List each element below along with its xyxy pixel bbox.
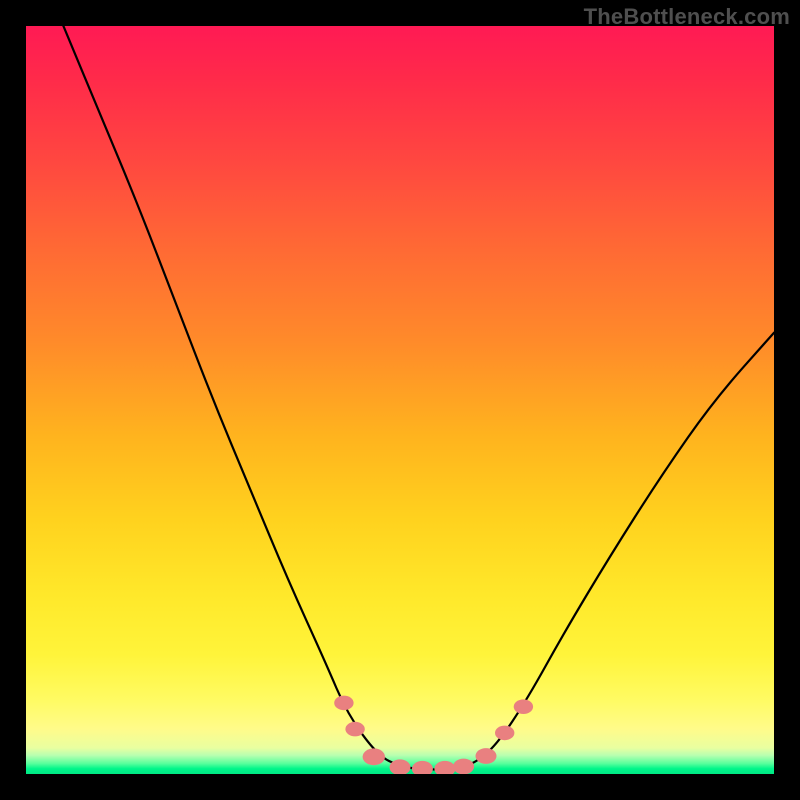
bead-left-mid xyxy=(345,722,364,737)
bead-bottom-b xyxy=(412,761,433,774)
bead-bottom-d xyxy=(453,759,474,774)
bead-bottom-c xyxy=(434,761,455,774)
bead-right-mid xyxy=(495,726,514,741)
watermark-text: TheBottleneck.com xyxy=(584,4,790,30)
bottleneck-curve xyxy=(63,26,774,770)
bead-right-upper xyxy=(514,699,533,714)
bead-right-lower xyxy=(476,748,497,764)
outer-frame: TheBottleneck.com xyxy=(0,0,800,800)
bead-left-lower xyxy=(363,748,385,765)
plot-area xyxy=(26,26,774,774)
chart-overlay xyxy=(26,26,774,774)
bead-left-upper xyxy=(334,696,353,711)
